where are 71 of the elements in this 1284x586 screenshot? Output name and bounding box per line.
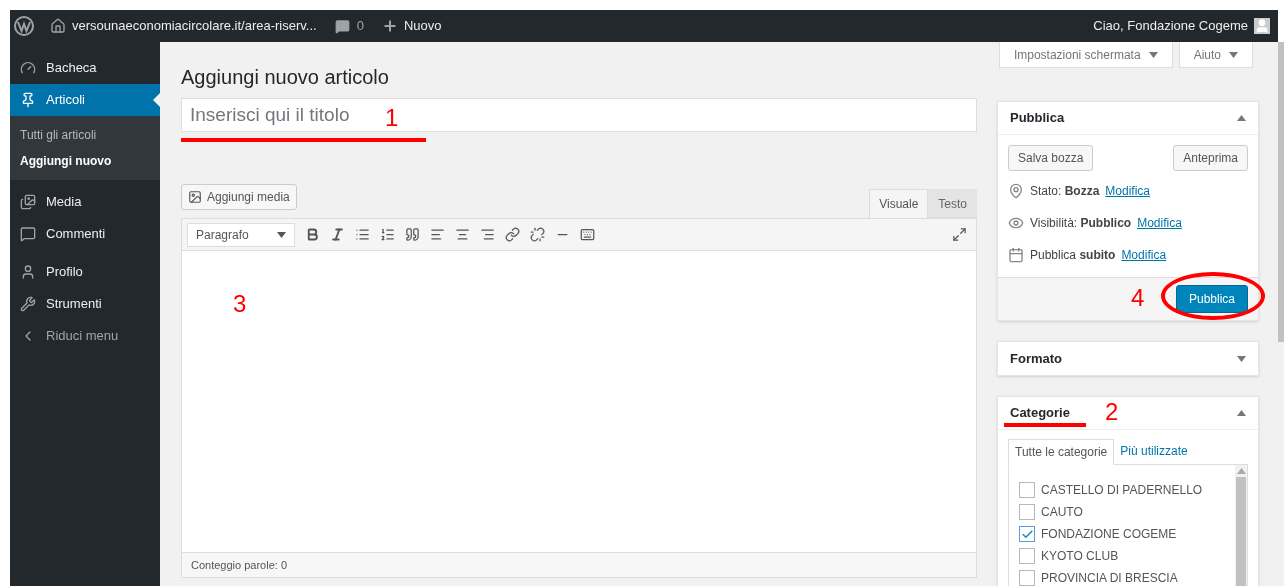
edit-link[interactable]: Modifica — [1137, 214, 1182, 232]
submenu-item[interactable]: Aggiungi nuovo — [10, 148, 160, 174]
category-label: FONDAZIONE COGEME — [1041, 526, 1177, 543]
editor-tab[interactable]: Visuale — [869, 189, 929, 218]
publish-button[interactable]: Pubblica — [1175, 285, 1248, 313]
category-checkbox[interactable] — [1019, 570, 1035, 586]
comment-count[interactable]: 0 — [356, 16, 364, 36]
edit-link[interactable]: Modifica — [1105, 182, 1151, 200]
pin-icon — [1008, 183, 1024, 199]
category-label: KYOTO CLUB — [1041, 548, 1119, 565]
page-title: Aggiungi nuovo articolo — [181, 65, 390, 90]
edit-link[interactable]: Modifica — [1121, 246, 1167, 264]
category-checkbox[interactable] — [1019, 548, 1035, 564]
format-select[interactable]: Paragrafo — [187, 222, 295, 247]
person-icon — [20, 264, 36, 280]
category-checkbox[interactable] — [1019, 482, 1035, 498]
logo-icon[interactable] — [14, 16, 34, 36]
save-draft-button[interactable]: Salva bozza — [1008, 145, 1094, 171]
annotation-number: 4 — [1131, 286, 1145, 310]
caret-icon — [277, 231, 286, 238]
site-link[interactable]: versounaeconomiacircolare.it/area-riserv... — [72, 16, 317, 36]
collapse-toggle-icon[interactable] — [1237, 115, 1246, 121]
sidebar-item[interactable]: Commenti — [10, 218, 160, 250]
speech-bubble-icon — [20, 226, 36, 242]
screen-tab[interactable]: Aiuto — [1178, 42, 1253, 68]
category-label: PROVINCIA DI BRESCIA — [1041, 570, 1178, 586]
screen-tab[interactable]: Impostazioni schermata — [998, 42, 1173, 68]
panel-title: Pubblica — [1010, 109, 1065, 128]
category-label: CAUTO — [1041, 504, 1083, 521]
wrench-icon — [20, 296, 36, 312]
panel-title: Formato — [1010, 349, 1062, 368]
publish-setting: Pubblica subito — [1030, 247, 1116, 264]
sidebar-item[interactable]: Profilo — [10, 256, 160, 288]
caret-icon — [1148, 51, 1158, 58]
category-tab[interactable]: Più utilizzate — [1114, 438, 1194, 464]
home-icon[interactable] — [50, 18, 66, 34]
eye-icon — [1008, 215, 1024, 231]
comment-icon[interactable] — [334, 18, 350, 34]
submenu-item[interactable]: Tutti gli articoli — [10, 122, 160, 148]
scroll-up-icon — [1236, 468, 1246, 474]
add-media-button[interactable]: Aggiungi media — [181, 184, 297, 210]
annotation-number: 1 — [385, 106, 399, 130]
annotation-number: 3 — [233, 292, 247, 316]
pin-icon — [20, 92, 36, 108]
preview-button[interactable]: Anteprima — [1173, 145, 1248, 171]
publish-setting: Stato: Bozza — [1030, 183, 1100, 200]
expand-toggle-icon[interactable] — [1237, 355, 1246, 362]
gauge-icon — [20, 60, 36, 76]
word-count: Conteggio parole: 0 — [191, 557, 287, 573]
new-link[interactable]: Nuovo — [403, 16, 442, 36]
category-checkbox[interactable] — [1019, 526, 1035, 542]
editor-tab[interactable]: Testo — [928, 189, 977, 218]
images-icon — [20, 194, 36, 210]
media-icon — [188, 190, 202, 204]
caret-icon — [1229, 51, 1238, 58]
sidebar-item[interactable]: Strumenti — [10, 288, 160, 320]
publish-setting: Visibilità: Pubblico — [1030, 215, 1132, 232]
sidebar-item[interactable]: Articoli — [10, 84, 160, 116]
sidebar-item[interactable]: Bacheca — [10, 52, 160, 84]
scrollbar[interactable] — [1235, 465, 1247, 586]
category-tab[interactable]: Tutte le categorie — [1008, 439, 1115, 465]
category-label: CASTELLO DI PADERNELLO — [1041, 482, 1203, 499]
sidebar-item[interactable]: Riduci menu — [10, 320, 160, 352]
category-checkbox[interactable] — [1019, 504, 1035, 520]
annotation-number: 2 — [1105, 400, 1119, 424]
panel-title: Categorie — [1010, 404, 1070, 423]
greeting-link[interactable]: Ciao, Fondazione Cogeme — [1093, 16, 1248, 36]
collapse-toggle-icon[interactable] — [1237, 410, 1246, 416]
calendar-icon — [1008, 247, 1024, 263]
plus-icon[interactable] — [381, 18, 398, 34]
sidebar-item[interactable]: Media — [10, 186, 160, 218]
